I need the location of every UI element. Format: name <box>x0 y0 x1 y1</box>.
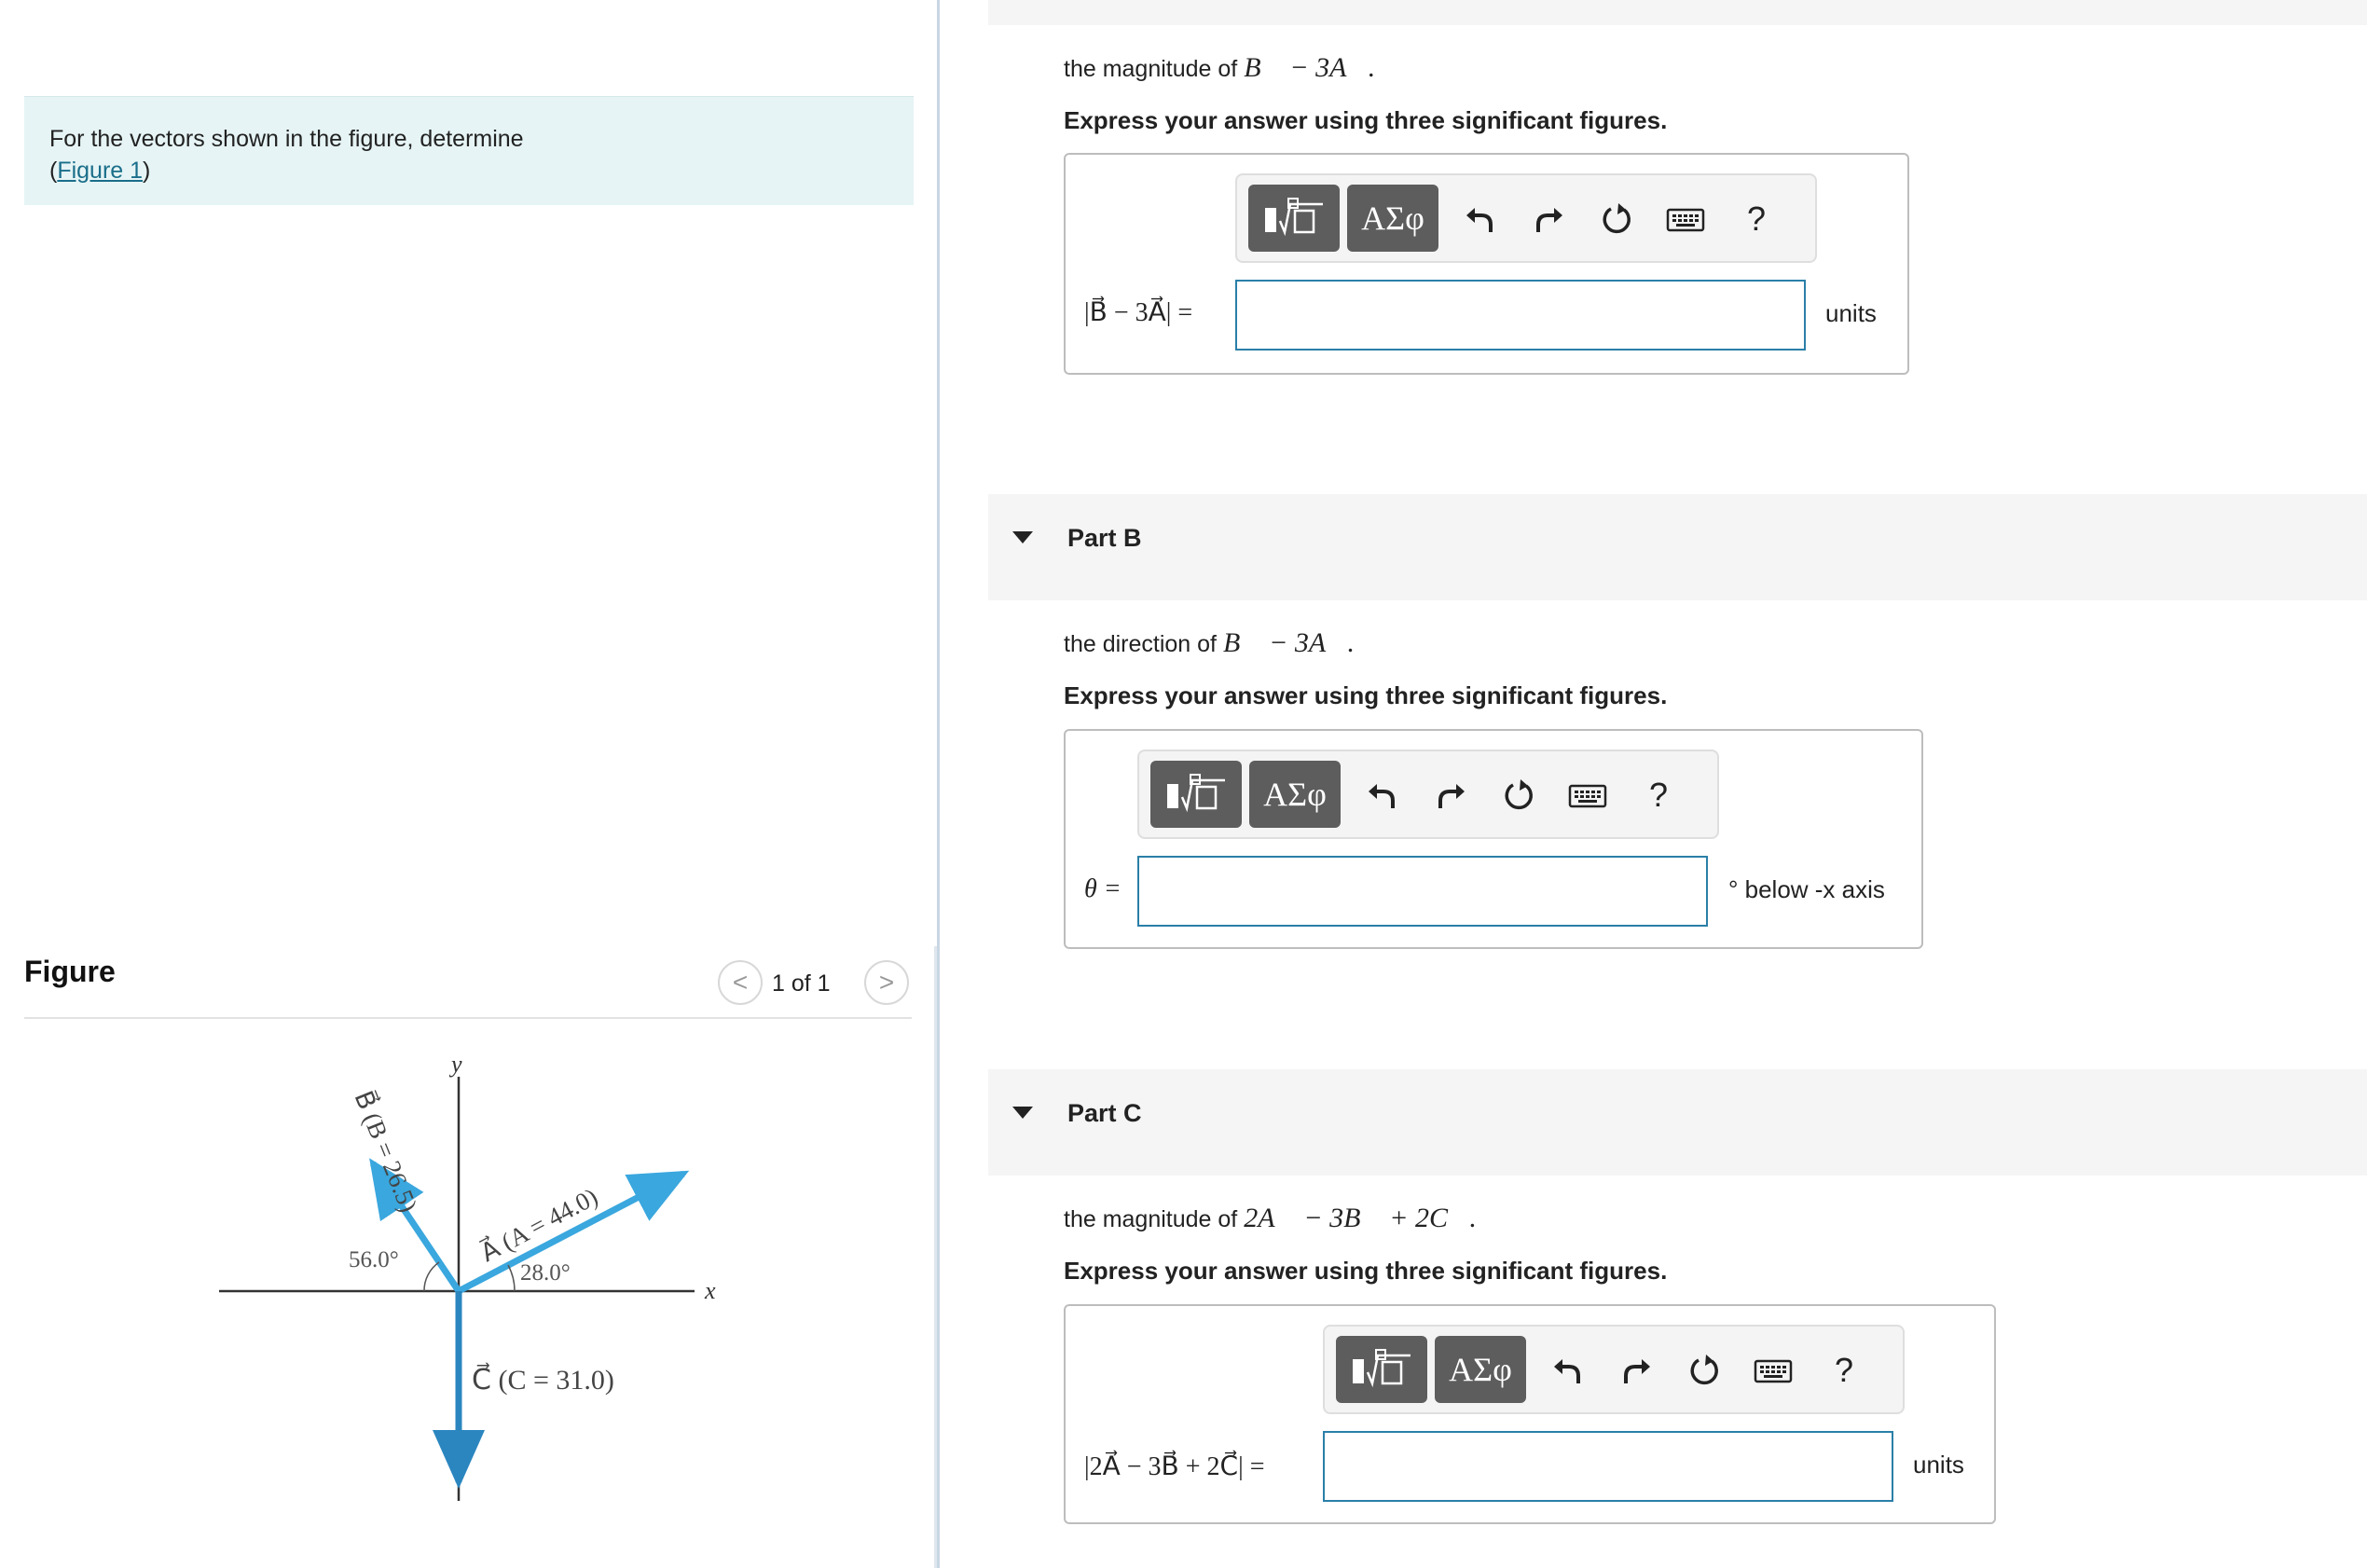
redo-button[interactable] <box>1616 1349 1658 1392</box>
left-panel: For the vectors shown in the figure, det… <box>0 0 937 1568</box>
undo-button[interactable] <box>1546 1349 1589 1392</box>
part-a-question-math: B⃗ − 3A⃗. <box>1244 52 1376 83</box>
reset-button[interactable] <box>1684 1349 1727 1392</box>
undo-icon <box>1369 784 1395 808</box>
templates-button[interactable] <box>1150 761 1242 828</box>
vector-c-label: C⃗ (C = 31.0) <box>472 1363 614 1396</box>
templates-button[interactable] <box>1336 1336 1427 1403</box>
part-b-input-label: θ = <box>1084 874 1122 903</box>
chevron-right-icon: > <box>878 968 895 997</box>
undo-icon <box>1554 1359 1580 1383</box>
part-c-header-band <box>988 1069 2367 1176</box>
symbols-button[interactable]: ΑΣφ <box>1249 761 1341 828</box>
reset-button[interactable] <box>1498 774 1541 817</box>
part-b-question-prefix: the direction of <box>1064 631 1223 657</box>
part-c-collapse-icon[interactable] <box>1012 1107 1033 1119</box>
part-a-answer-input[interactable] <box>1235 280 1806 351</box>
redo-button[interactable] <box>1430 774 1473 817</box>
part-b-header-band <box>988 494 2367 600</box>
undo-button[interactable] <box>1360 774 1403 817</box>
problem-text: For the vectors shown in the figure, det… <box>49 126 524 184</box>
part-b-units: ° below -x axis <box>1728 875 1885 903</box>
templates-icon <box>1265 198 1323 237</box>
templates-icon <box>1353 1349 1411 1388</box>
part-c-title[interactable]: Part C <box>1067 1099 1142 1128</box>
reset-icon <box>1603 203 1631 234</box>
help-button[interactable]: ? <box>1823 1349 1865 1392</box>
angle-b-arc <box>423 1261 440 1292</box>
part-b-instruction: Express your answer using three signific… <box>1064 681 1668 709</box>
part-c-answer-input[interactable] <box>1323 1431 1893 1502</box>
angle-b-label: 56.0° <box>349 1247 399 1272</box>
help-icon: ? <box>1834 1351 1854 1389</box>
part-b-answer-box: ΑΣφ ? θ = ° below -x axis <box>1064 729 1923 949</box>
redo-icon <box>1536 208 1562 232</box>
help-button[interactable]: ? <box>1735 198 1778 241</box>
undo-icon <box>1466 208 1493 232</box>
part-c-answer-box: ΑΣφ ? |2A⃗ − 3B⃗ + 2C⃗| = units <box>1064 1304 1996 1524</box>
help-icon: ? <box>1648 776 1669 814</box>
keyboard-icon <box>1666 208 1705 232</box>
help-icon: ? <box>1746 199 1767 238</box>
part-a-answer-box: ΑΣφ ? |B⃗ − 3A⃗| = units <box>1064 153 1909 375</box>
part-a-instruction: Express your answer using three signific… <box>1064 106 1668 134</box>
problem-intro: For the vectors shown in the figure, det… <box>49 126 524 152</box>
problem-statement: For the vectors shown in the figure, det… <box>24 96 914 205</box>
undo-button[interactable] <box>1458 198 1501 241</box>
part-a-units: units <box>1825 299 1877 327</box>
next-figure-button[interactable]: > <box>864 960 909 1005</box>
part-c-question: the magnitude of 2A⃗ − 3B⃗ + 2C⃗. <box>1064 1203 1477 1234</box>
part-c-question-prefix: the magnitude of <box>1064 1206 1245 1232</box>
templates-icon <box>1167 774 1225 813</box>
vector-figure: y x 28.0° 56.0° A⃗ (A = 44.0) B⃗ (B = 26… <box>219 1051 716 1501</box>
panel-divider <box>937 0 940 1568</box>
figure-heading: Figure <box>24 955 116 988</box>
part-a-math-toolbar: ΑΣφ ? <box>1235 173 1817 263</box>
prev-figure-button[interactable]: < <box>718 960 763 1005</box>
symbols-button[interactable]: ΑΣφ <box>1347 185 1438 252</box>
part-b-question-math: B⃗ − 3A⃗. <box>1222 627 1356 658</box>
part-b-answer-input[interactable] <box>1137 856 1708 927</box>
part-c-input-label: |2A⃗ − 3B⃗ + 2C⃗| = <box>1084 1452 1265 1481</box>
keyboard-icon <box>1754 1359 1793 1383</box>
templates-button[interactable] <box>1248 185 1340 252</box>
keyboard-button[interactable] <box>1664 198 1707 241</box>
symbols-button[interactable]: ΑΣφ <box>1435 1336 1526 1403</box>
part-a-header-band <box>988 0 2367 25</box>
part-a-input-label: |B⃗ − 3A⃗| = <box>1084 298 1193 327</box>
figure-divider <box>24 1017 912 1019</box>
part-c-units: units <box>1913 1451 1964 1479</box>
part-b-collapse-icon[interactable] <box>1012 531 1033 543</box>
keyboard-button[interactable] <box>1752 1349 1795 1392</box>
vector-b-label: B⃗ (B = 26.5) <box>349 1086 424 1216</box>
reset-icon <box>1505 779 1533 810</box>
part-a-question: the magnitude of B⃗ − 3A⃗. <box>1064 52 1375 84</box>
part-b-question: the direction of B⃗ − 3A⃗. <box>1064 627 1355 659</box>
keyboard-icon <box>1568 784 1607 808</box>
reset-icon <box>1690 1355 1718 1385</box>
reset-button[interactable] <box>1596 198 1639 241</box>
figure-link[interactable]: Figure 1 <box>57 158 143 184</box>
part-b-math-toolbar: ΑΣφ ? <box>1137 750 1719 839</box>
redo-icon <box>1438 784 1465 808</box>
y-axis-label: y <box>448 1051 462 1078</box>
keyboard-button[interactable] <box>1566 774 1609 817</box>
help-button[interactable]: ? <box>1637 774 1680 817</box>
part-c-question-math: 2A⃗ − 3B⃗ + 2C⃗. <box>1244 1203 1477 1233</box>
part-a-question-prefix: the magnitude of <box>1064 56 1245 82</box>
redo-button[interactable] <box>1528 198 1571 241</box>
panel-divider-shadow <box>934 946 937 1568</box>
part-c-instruction: Express your answer using three signific… <box>1064 1257 1668 1285</box>
part-c-math-toolbar: ΑΣφ ? <box>1323 1325 1905 1414</box>
angle-a-arc <box>507 1264 516 1292</box>
x-axis-label: x <box>704 1277 716 1304</box>
redo-icon <box>1624 1359 1650 1383</box>
figure-counter: 1 of 1 <box>772 970 831 997</box>
part-b-title[interactable]: Part B <box>1067 524 1142 553</box>
angle-a-label: 28.0° <box>520 1260 571 1286</box>
chevron-left-icon: < <box>732 968 749 997</box>
